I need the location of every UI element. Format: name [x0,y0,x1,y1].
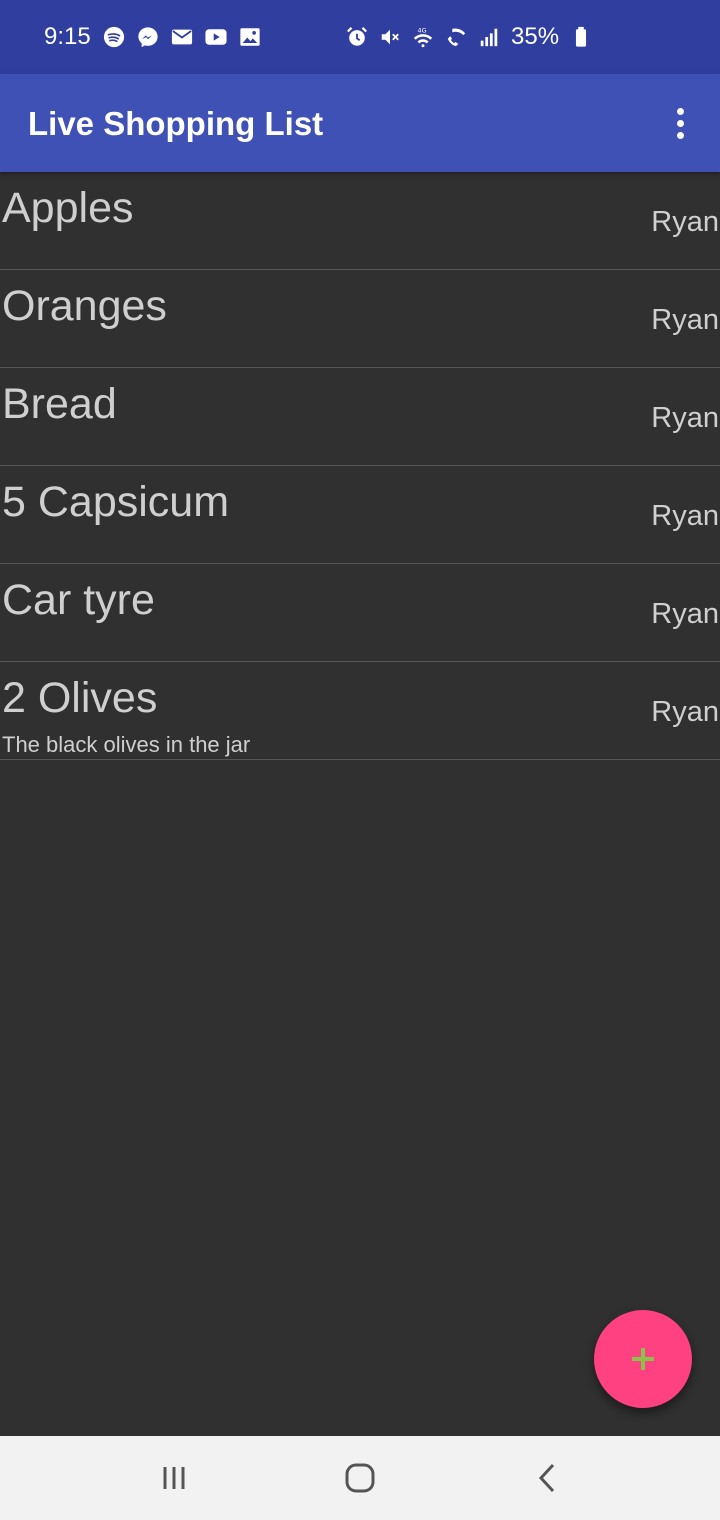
list-item[interactable]: Apples Ryan [0,172,720,270]
shopping-list: Apples Ryan Oranges Ryan Bread Ryan 5 Ca… [0,172,720,760]
recents-icon [163,1467,185,1489]
item-author: Ryan [651,500,719,532]
recents-button[interactable] [134,1436,214,1520]
spotify-icon [103,26,125,48]
status-bar: 9:15 4G 35% [0,0,720,74]
item-name: Apples [2,184,134,232]
svg-text:4G: 4G [418,26,427,34]
item-author: Ryan [651,206,719,238]
item-author: Ryan [651,402,719,434]
home-icon [345,1463,375,1493]
back-button[interactable] [508,1436,588,1520]
item-name: 2 Olives [2,674,158,722]
plus-icon [632,1348,654,1370]
home-button[interactable] [320,1436,400,1520]
gallery-icon [239,26,261,48]
item-name: Bread [2,380,117,428]
messenger-icon [137,26,159,48]
battery-icon [570,26,592,48]
item-author: Ryan [651,304,719,336]
youtube-icon [205,26,227,48]
add-item-button[interactable] [594,1310,692,1408]
status-right: 4G 35% [346,0,592,74]
navigation-bar [0,1436,720,1520]
mute-icon [379,26,401,48]
item-author: Ryan [651,598,719,630]
more-vert-icon[interactable] [660,103,700,143]
app-title: Live Shopping List [28,105,324,142]
wifi-calling-icon [445,26,467,48]
status-left: 9:15 [44,0,261,74]
list-item[interactable]: 2 Olives Ryan The black olives in the ja… [0,662,720,760]
status-time: 9:15 [44,23,91,50]
list-item[interactable]: Bread Ryan [0,368,720,466]
list-item[interactable]: Car tyre Ryan [0,564,720,662]
list-item[interactable]: Oranges Ryan [0,270,720,368]
item-note: The black olives in the jar [2,732,251,757]
app-bar: Live Shopping List [0,74,720,172]
signal-icon [478,26,500,48]
item-author: Ryan [651,696,719,728]
item-name: Car tyre [2,576,155,624]
item-name: Oranges [2,282,167,330]
battery-percent: 35% [511,23,560,50]
list-item[interactable]: 5 Capsicum Ryan [0,466,720,564]
back-icon [538,1463,555,1493]
wifi-4g-icon: 4G [412,26,434,48]
alarm-icon [346,26,368,48]
item-name: 5 Capsicum [2,478,230,526]
mail-icon [171,26,193,48]
